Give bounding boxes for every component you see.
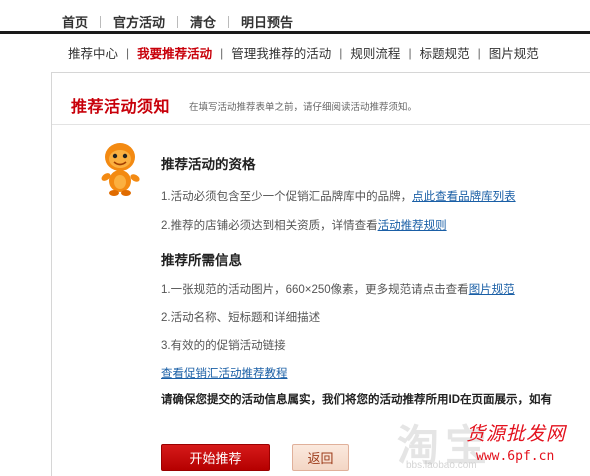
required-info-line-1: 1.一张规范的活动图片，660×250像素，更多规范请点击查看图片规范 <box>161 281 515 297</box>
divider: | <box>477 45 481 60</box>
mascot-icon <box>101 143 140 196</box>
required-info-line-1-text: 1.一张规范的活动图片，660×250像素，更多规范请点击查看 <box>161 284 469 296</box>
qualification-section: 推荐活动的资格 1.活动必须包含至少一个促销汇品牌库中的品牌，点此查看品牌库列表… <box>161 153 516 233</box>
sub-nav-recommend-activity[interactable]: 我要推荐活动 <box>137 43 212 62</box>
tutorial-line: 查看促销汇活动推荐教程 <box>161 365 515 381</box>
qualification-title: 推荐活动的资格 <box>161 157 256 172</box>
required-info-section: 推荐所需信息 1.一张规范的活动图片，660×250像素，更多规范请点击查看图片… <box>161 249 515 381</box>
required-info-title: 推荐所需信息 <box>161 253 242 268</box>
sub-nav-image-spec[interactable]: 图片规范 <box>489 43 539 62</box>
divider <box>228 15 230 28</box>
recommend-rules-link[interactable]: 活动推荐规则 <box>378 220 447 232</box>
qualification-line-1-text: 1.活动必须包含至少一个促销汇品牌库中的品牌， <box>161 191 413 203</box>
divider: | <box>339 45 343 60</box>
top-nav-tomorrow-preview[interactable]: 明日预告 <box>241 12 293 31</box>
qualification-line-2-text: 2.推荐的店铺必须达到相关资质，详情查看 <box>161 220 378 232</box>
qualification-line-1: 1.活动必须包含至少一个促销汇品牌库中的品牌，点此查看品牌库列表 <box>161 188 516 204</box>
brand-list-link[interactable]: 点此查看品牌库列表 <box>412 191 516 203</box>
panel-hint: 在填写活动推荐表单之前，请仔细阅读活动推荐须知。 <box>189 102 418 113</box>
sub-nav: 推荐中心 | 我要推荐活动 | 管理我推荐的活动 | 规则流程 | 标题规范 |… <box>0 37 590 67</box>
top-nav: 首页 官方活动 清仓 明日预告 <box>0 0 590 34</box>
watermark-site-name: 货源批发网 <box>466 423 567 445</box>
back-button[interactable]: 返回 <box>292 444 349 471</box>
image-spec-link[interactable]: 图片规范 <box>469 284 515 296</box>
divider: | <box>220 45 224 60</box>
sub-nav-manage-recommended[interactable]: 管理我推荐的活动 <box>231 43 331 62</box>
divider: | <box>126 45 130 60</box>
start-recommend-button[interactable]: 开始推荐 <box>161 444 270 471</box>
required-info-line-3: 3.有效的的促销活动链接 <box>161 340 286 352</box>
panel-header: 推荐活动须知 在填写活动推荐表单之前，请仔细阅读活动推荐须知。 <box>52 73 590 125</box>
top-nav-clearance[interactable]: 清仓 <box>190 12 216 31</box>
top-nav-official-activities[interactable]: 官方活动 <box>113 12 165 31</box>
sub-nav-rules-process[interactable]: 规则流程 <box>350 43 400 62</box>
watermark-site-url: www.6pf.cn <box>476 449 555 464</box>
sub-nav-recommend-center[interactable]: 推荐中心 <box>68 43 118 62</box>
required-info-line-2: 2.活动名称、短标题和详细描述 <box>161 312 321 324</box>
divider <box>177 15 179 28</box>
divider: | <box>408 45 412 60</box>
warning-text: 请确保您提交的活动信息属实，我们将您的活动推荐所用ID在页面展示，如有 <box>161 394 552 406</box>
sub-nav-title-spec[interactable]: 标题规范 <box>420 43 470 62</box>
top-nav-home[interactable]: 首页 <box>62 12 88 31</box>
panel-title: 推荐活动须知 <box>71 99 171 116</box>
button-row: 开始推荐 返回 <box>161 444 349 471</box>
qualification-line-2: 2.推荐的店铺必须达到相关资质，详情查看活动推荐规则 <box>161 217 516 233</box>
tutorial-link[interactable]: 查看促销汇活动推荐教程 <box>161 368 288 380</box>
watermark-gray-url: bbs.laobao.com <box>406 460 477 471</box>
notice-panel: 推荐活动须知 在填写活动推荐表单之前，请仔细阅读活动推荐须知。 推荐活动的资格 … <box>51 72 590 476</box>
divider <box>100 15 102 28</box>
